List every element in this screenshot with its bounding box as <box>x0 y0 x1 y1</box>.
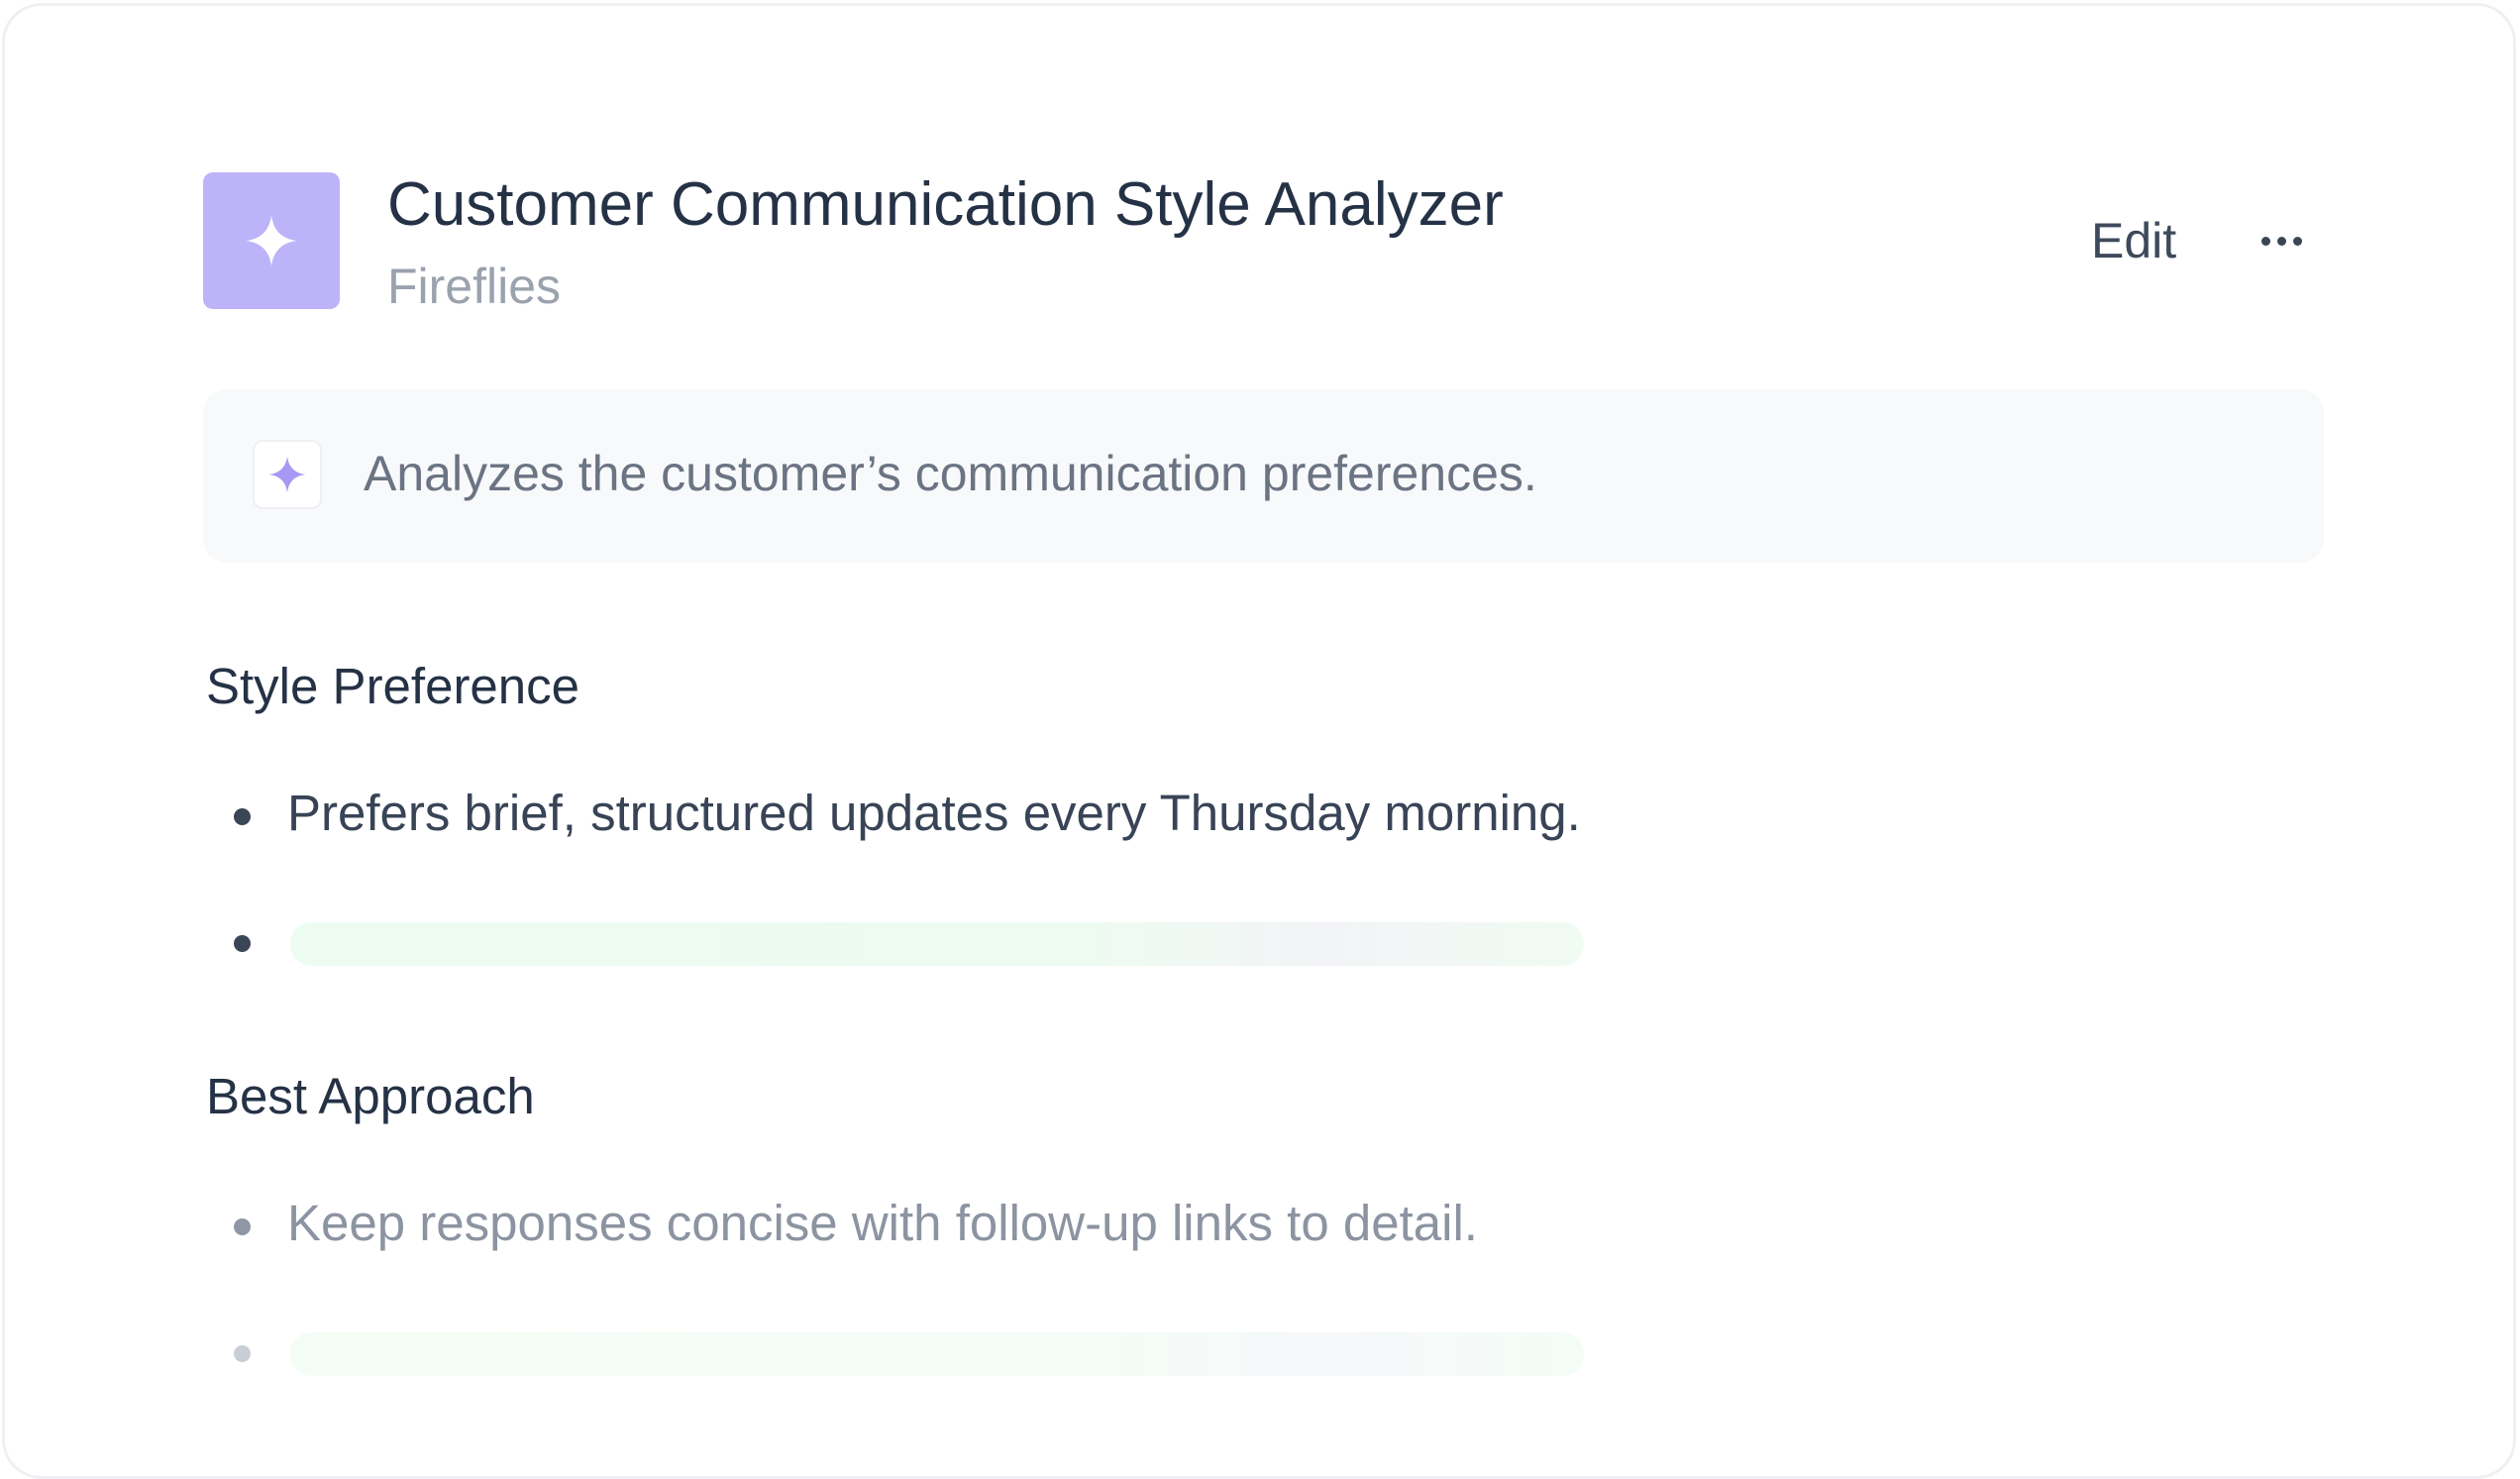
loading-skeleton <box>290 922 1584 966</box>
sparkle-icon <box>253 440 322 509</box>
app-source-label: Fireflies <box>387 259 562 314</box>
list-bullet <box>234 808 251 825</box>
sparkle-icon <box>203 172 340 309</box>
loading-skeleton <box>290 1332 1584 1376</box>
more-options-button[interactable] <box>2244 211 2319 270</box>
page-title: Customer Communication Style Analyzer <box>387 170 1504 239</box>
section-title-best-approach: Best Approach <box>206 1068 535 1124</box>
analyzer-card: Customer Communication Style Analyzer Fi… <box>2 3 2516 1479</box>
list-bullet <box>234 1345 251 1362</box>
edit-button[interactable]: Edit <box>2091 211 2176 270</box>
list-bullet <box>234 935 251 952</box>
list-bullet <box>234 1218 251 1235</box>
description-box: Analyzes the customer’s communication pr… <box>203 389 2324 563</box>
card-header: Customer Communication Style Analyzer Fi… <box>203 169 2323 314</box>
description-text: Analyzes the customer’s communication pr… <box>364 446 1537 501</box>
more-horizontal-icon <box>2260 236 2270 246</box>
list-item: Keep responses concise with follow-up li… <box>287 1195 1478 1251</box>
list-item: Prefers brief, structured updates every … <box>287 785 1581 841</box>
section-title-style-preference: Style Preference <box>206 658 580 714</box>
